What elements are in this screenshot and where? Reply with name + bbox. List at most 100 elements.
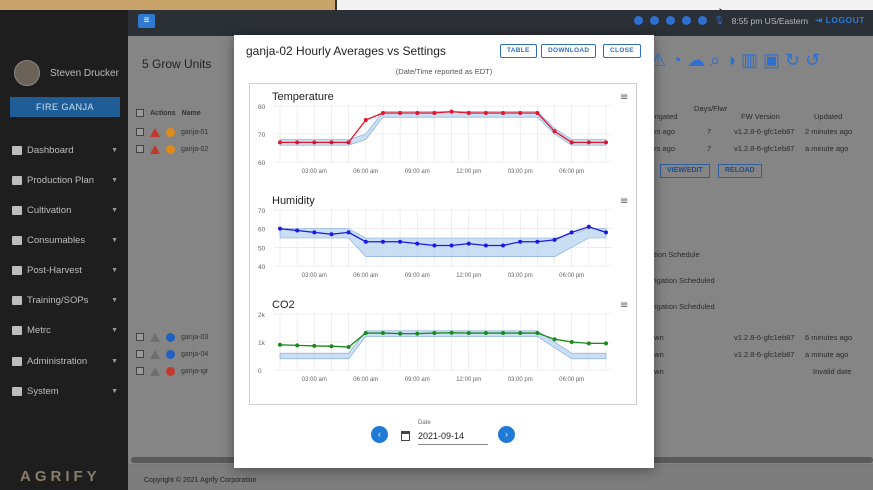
- cultivation-icon: [12, 205, 22, 215]
- cell-fw: v1.2.8-6-gfc1eb87: [734, 127, 795, 136]
- row-checkbox[interactable]: [136, 333, 144, 341]
- microphone-icon[interactable]: 🎙: [714, 15, 725, 26]
- info-icon[interactable]: [665, 16, 675, 25]
- warning-icon[interactable]: [150, 366, 160, 376]
- cell-fw: v1.2.8-6-gfc1eb87: [734, 350, 795, 359]
- sidebar-item-administration[interactable]: Administration ▼: [12, 352, 122, 370]
- caret-down-icon: ▼: [111, 387, 118, 395]
- data-point: [329, 232, 334, 237]
- data-point: [295, 228, 300, 233]
- cell-days: 7: [707, 144, 712, 153]
- data-point: [380, 239, 385, 244]
- toolbar-icons[interactable]: ⚠ ◔ ☁ ⌕ ◑ ▥ ▣ ↻ ↺: [650, 50, 820, 71]
- info-icon[interactable]: [166, 332, 175, 342]
- view-edit-button[interactable]: VIEW/EDIT: [660, 164, 710, 178]
- reload-button[interactable]: RELOAD: [718, 164, 762, 178]
- menu-button[interactable]: ≡: [138, 14, 155, 28]
- y-tick-label: 40: [258, 264, 266, 271]
- data-point: [312, 343, 317, 348]
- chart-menu-icon[interactable]: ≡: [620, 300, 628, 311]
- user-profile[interactable]: Steven Drucker: [14, 60, 119, 86]
- calendar-icon[interactable]: [401, 431, 410, 441]
- info-icon[interactable]: [166, 349, 175, 359]
- data-point: [295, 140, 300, 145]
- table-row[interactable]: ganja-igr: [136, 364, 208, 378]
- data-point: [363, 239, 368, 244]
- notification-icon[interactable]: [697, 16, 707, 25]
- data-point: [449, 109, 454, 114]
- warning-icon[interactable]: [150, 332, 160, 342]
- column-days-flower: Days/Flwr: [694, 104, 728, 113]
- sidebar-item-production-plan[interactable]: Production Plan ▼: [12, 171, 122, 189]
- help-icon[interactable]: [633, 16, 643, 25]
- data-point: [329, 140, 334, 145]
- data-point: [466, 331, 471, 336]
- user-name: Steven Drucker: [50, 67, 119, 79]
- desktop-strip: [0, 0, 873, 10]
- caret-down-icon: ▼: [111, 236, 118, 244]
- sidebar-item-dashboard[interactable]: Dashboard ▼: [12, 141, 122, 159]
- row-checkbox[interactable]: [136, 350, 144, 358]
- dialog-title: ganja-02 Hourly Averages vs Settings: [246, 44, 446, 58]
- table-row[interactable]: ganja-01: [136, 125, 208, 139]
- data-point: [346, 345, 351, 350]
- table-row[interactable]: ganja-02: [136, 142, 208, 156]
- logout-button[interactable]: ⇥ LOGOUT: [815, 15, 865, 26]
- table-button[interactable]: TABLE: [500, 44, 537, 58]
- info-icon[interactable]: [166, 127, 175, 137]
- consumables-icon: [12, 235, 22, 245]
- x-tick-label: 03:00 pm: [508, 169, 533, 175]
- chart-panel-1: Humidity ≡ 40 50 60 70 03:00 am 06:00 am 09:00 a…: [258, 195, 628, 279]
- post-harvest-icon: [12, 265, 22, 275]
- y-tick-label: 60: [258, 227, 266, 234]
- screen-icon[interactable]: [649, 16, 659, 25]
- sidebar-item-consumables[interactable]: Consumables ▼: [12, 231, 122, 249]
- select-all-checkbox[interactable]: [136, 109, 144, 117]
- info-icon[interactable]: [166, 366, 175, 376]
- next-day-button[interactable]: ›: [498, 426, 515, 443]
- cell-updated: 6 minutes ago: [805, 333, 853, 342]
- data-point: [483, 243, 488, 248]
- screen: ➤ Steven Drucker FIRE GANJA Dashboard▼ P…: [0, 0, 873, 490]
- table-row[interactable]: ganja-03: [136, 330, 208, 344]
- warning-icon[interactable]: [150, 144, 160, 154]
- page-title: 5 Grow Units: [142, 57, 212, 71]
- data-point: [483, 331, 488, 336]
- dashboard-icon: [12, 145, 22, 155]
- close-button[interactable]: CLOSE: [603, 44, 641, 58]
- sidebar-item-cultivation[interactable]: Cultivation ▼: [12, 201, 122, 219]
- data-point: [329, 344, 334, 349]
- warning-icon[interactable]: [150, 349, 160, 359]
- sidebar-item-training-sops[interactable]: Training/SOPs ▼: [12, 291, 122, 309]
- chart-menu-icon[interactable]: ≡: [620, 196, 628, 207]
- schedule-header: ation Schedule: [650, 250, 700, 259]
- training-icon: [12, 295, 22, 305]
- data-point: [380, 111, 385, 115]
- data-point: [535, 331, 540, 336]
- y-tick-label: 60: [258, 160, 266, 167]
- sidebar-item-metrc[interactable]: Metrc ▼: [12, 321, 122, 339]
- warning-icon[interactable]: [150, 127, 160, 137]
- download-button[interactable]: DOWNLOAD: [541, 44, 597, 58]
- previous-day-button[interactable]: ‹: [371, 426, 388, 443]
- x-tick-label: 09:00 am: [405, 377, 430, 383]
- sidebar-item-system[interactable]: System ▼: [12, 382, 122, 400]
- row-checkbox[interactable]: [136, 367, 144, 375]
- cell-fw: v1.2.8-6-gfc1eb87: [734, 333, 795, 342]
- caret-down-icon: ▼: [111, 206, 118, 214]
- date-input[interactable]: 2021-09-14: [418, 431, 488, 445]
- sidebar-item-post-harvest[interactable]: Post-Harvest ▼: [12, 261, 122, 279]
- alert-icon[interactable]: [681, 16, 691, 25]
- x-tick-label: 03:00 am: [302, 169, 327, 175]
- info-icon[interactable]: [166, 144, 175, 154]
- row-checkbox[interactable]: [136, 128, 144, 136]
- metrc-icon: [12, 325, 22, 335]
- row-checkbox[interactable]: [136, 145, 144, 153]
- x-tick-label: 06:00 pm: [559, 169, 584, 175]
- data-point: [604, 230, 608, 235]
- setting-band: [279, 111, 607, 146]
- fire-button[interactable]: FIRE GANJA: [10, 97, 120, 117]
- chart-menu-icon[interactable]: ≡: [620, 92, 628, 103]
- x-tick-label: 03:00 pm: [508, 273, 533, 279]
- table-row[interactable]: ganja-04: [136, 347, 208, 361]
